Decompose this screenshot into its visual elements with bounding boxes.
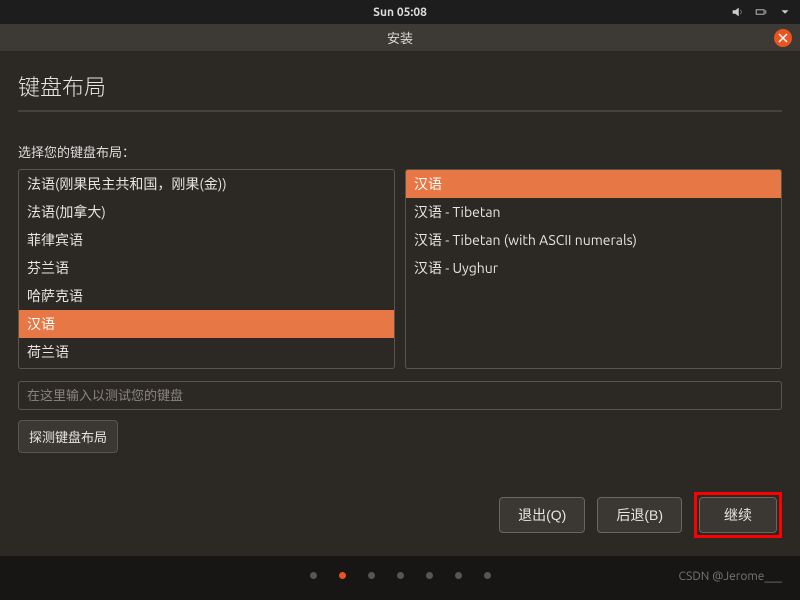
list-item[interactable]: 法语(刚果民主共和国，刚果(金)) (19, 170, 394, 198)
window-titlebar: 安装 (0, 24, 800, 52)
continue-button[interactable]: 继续 (699, 497, 777, 533)
page-title: 键盘布局 (18, 70, 782, 102)
system-topbar: Sun 05:08 (0, 0, 800, 24)
list-item[interactable]: 汉语 (406, 170, 781, 198)
progress-dot (426, 572, 433, 579)
progress-dot (455, 572, 462, 579)
list-item[interactable]: 汉语 - Tibetan (406, 198, 781, 226)
progress-strip: CSDN @Jerome___ (0, 556, 800, 600)
language-list[interactable]: 法语(刚果民主共和国，刚果(金))法语(加拿大)菲律宾语芬兰语哈萨克语汉语荷兰语… (18, 169, 395, 369)
close-button[interactable] (774, 29, 792, 47)
clock: Sun 05:08 (373, 6, 427, 19)
watermark: CSDN @Jerome___ (679, 570, 782, 583)
back-button[interactable]: 后退(B) (597, 497, 682, 533)
system-tray (730, 5, 792, 19)
installer-content: 键盘布局 选择您的键盘布局： 法语(刚果民主共和国，刚果(金))法语(加拿大)菲… (0, 52, 800, 556)
variant-list[interactable]: 汉语汉语 - Tibetan汉语 - Tibetan (with ASCII n… (405, 169, 782, 369)
quit-button[interactable]: 退出(Q) (499, 497, 585, 533)
list-item[interactable]: 黑山语 (19, 366, 394, 368)
progress-dot (368, 572, 375, 579)
progress-dot (339, 572, 346, 579)
list-item[interactable]: 汉语 - Uyghur (406, 254, 781, 282)
progress-dot (397, 572, 404, 579)
window-title: 安装 (387, 28, 413, 47)
list-item[interactable]: 哈萨克语 (19, 282, 394, 310)
progress-dot (310, 572, 317, 579)
divider (18, 110, 782, 112)
list-item[interactable]: 汉语 - Tibetan (with ASCII numerals) (406, 226, 781, 254)
list-item[interactable]: 芬兰语 (19, 254, 394, 282)
battery-icon[interactable] (754, 5, 768, 19)
detect-layout-button[interactable]: 探测键盘布局 (18, 420, 118, 453)
list-item[interactable]: 法语(加拿大) (19, 198, 394, 226)
list-item[interactable]: 菲律宾语 (19, 226, 394, 254)
continue-highlight: 继续 (694, 492, 782, 538)
keyboard-test-input[interactable] (18, 381, 782, 410)
progress-dot (484, 572, 491, 579)
close-icon (778, 33, 788, 43)
layout-lists: 法语(刚果民主共和国，刚果(金))法语(加拿大)菲律宾语芬兰语哈萨克语汉语荷兰语… (18, 169, 782, 369)
volume-icon[interactable] (730, 5, 744, 19)
list-item[interactable]: 汉语 (19, 310, 394, 338)
footer-buttons: 退出(Q) 后退(B) 继续 (499, 492, 782, 538)
progress-dots (310, 572, 491, 579)
prompt-label: 选择您的键盘布局： (18, 142, 782, 161)
chevron-down-icon[interactable] (778, 5, 792, 19)
list-item[interactable]: 荷兰语 (19, 338, 394, 366)
